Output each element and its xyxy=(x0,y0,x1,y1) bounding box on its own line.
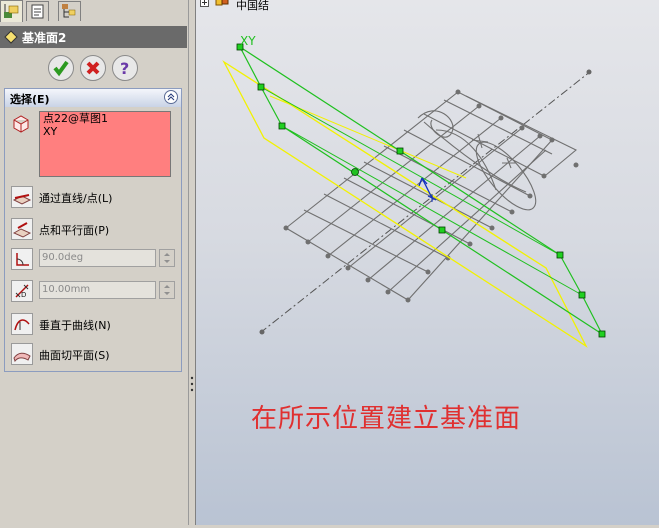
axis-endpoint xyxy=(586,69,592,75)
distance-option: D 10.00mm xyxy=(11,280,181,302)
angle-icon xyxy=(16,253,29,266)
normal-to-curve-icon xyxy=(14,319,30,331)
selection-group-title: 选择(E) xyxy=(10,93,50,106)
angle-option: 90.0deg xyxy=(11,248,181,270)
selected-point[interactable] xyxy=(351,168,359,176)
new-plane-outline xyxy=(222,60,588,348)
normal-to-curve-button[interactable] xyxy=(11,313,33,335)
selection-group: 选择(E) 点22@草图1 XY 通过直线/点(L) 点和平行面(P) 90.0… xyxy=(4,88,182,372)
on-surface-option[interactable]: 曲面切平面(S) xyxy=(11,343,181,365)
feature-title-bar: 基准面2 xyxy=(0,26,187,48)
parallel-plane-point-icon xyxy=(12,222,32,238)
list-item[interactable]: XY xyxy=(40,125,170,138)
property-manager-tab[interactable] xyxy=(26,1,49,21)
splitter-grip-icon xyxy=(190,376,194,392)
parallel-plane-point-option[interactable]: 点和平行面(P) xyxy=(11,218,181,240)
through-line-point-option[interactable]: 通过直线/点(L) xyxy=(11,186,181,208)
option-label: 点和平行面(P) xyxy=(39,224,110,237)
distance-button[interactable]: D xyxy=(11,280,33,302)
property-manager-panel: 基准面2 ? 选择(E) 点22@草图1 XY 通过直线/点(L) 点和平行面(… xyxy=(0,0,188,525)
through-line-point-button[interactable] xyxy=(11,186,33,208)
angle-field: 90.0deg xyxy=(39,249,156,267)
on-surface-button[interactable] xyxy=(11,343,33,365)
plane-handles[interactable] xyxy=(236,43,606,338)
help-question-icon: ? xyxy=(120,59,129,78)
ok-check-icon xyxy=(53,60,69,77)
preview-plane-outline xyxy=(238,45,604,336)
on-surface-icon xyxy=(13,352,31,363)
selected-entities-list[interactable]: 点22@草图1 XY xyxy=(39,111,171,177)
configuration-manager-tab[interactable] xyxy=(58,1,81,21)
through-line-point-icon xyxy=(12,194,32,205)
svg-text:D: D xyxy=(21,291,26,299)
feature-manager-tab[interactable] xyxy=(0,0,23,22)
instruction-caption: 在所示位置建立基准面 xyxy=(251,404,522,434)
list-item[interactable]: 点22@草图1 xyxy=(40,112,170,125)
plane-icon xyxy=(4,30,18,44)
option-label: 垂直于曲线(N) xyxy=(39,319,111,332)
panel-splitter[interactable] xyxy=(188,0,196,525)
normal-to-curve-option[interactable]: 垂直于曲线(N) xyxy=(11,313,181,335)
feature-manager-icon xyxy=(4,4,19,18)
axis-line xyxy=(259,70,592,334)
selection-group-header[interactable]: 选择(E) xyxy=(5,89,181,107)
axis-endpoint xyxy=(259,329,265,335)
distance-field: 10.00mm xyxy=(39,281,156,299)
spinner-arrows-icon xyxy=(164,253,170,263)
spinner-arrows-icon xyxy=(164,285,170,295)
option-label: 曲面切平面(S) xyxy=(39,349,110,362)
ok-button[interactable] xyxy=(48,55,74,81)
cancel-x-icon xyxy=(86,61,100,75)
manager-tabs xyxy=(0,0,188,22)
feature-title: 基准面2 xyxy=(22,31,67,45)
reference-entities-icon xyxy=(13,115,29,133)
plane-label: XY xyxy=(240,34,256,48)
distance-icon: D xyxy=(15,284,29,299)
model-graphics: XY xyxy=(222,34,606,348)
property-manager-icon xyxy=(31,4,44,19)
help-button[interactable]: ? xyxy=(112,55,138,81)
angle-button[interactable] xyxy=(11,248,33,270)
parallel-plane-point-button[interactable] xyxy=(11,218,33,240)
distance-spinner xyxy=(159,281,175,299)
chevron-up-icon xyxy=(167,93,175,101)
graphics-viewport[interactable]: 中国结 XY 在所示位置建立基准面 xyxy=(196,0,659,525)
collapse-button[interactable] xyxy=(164,90,178,104)
cancel-button[interactable] xyxy=(80,55,106,81)
option-label: 通过直线/点(L) xyxy=(39,192,113,205)
configuration-manager-icon xyxy=(62,4,76,18)
svg-text:?: ? xyxy=(120,59,129,78)
angle-spinner xyxy=(159,249,175,267)
